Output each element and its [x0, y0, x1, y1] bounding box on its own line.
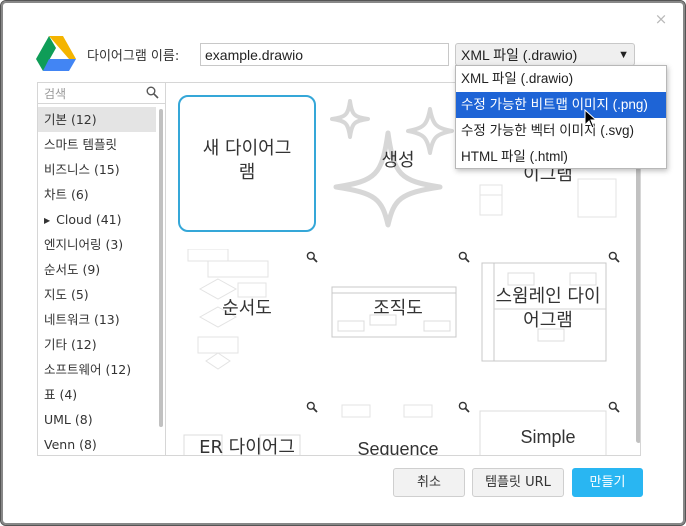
create-button[interactable]: 만들기: [572, 468, 643, 497]
template-simple[interactable]: Simple: [478, 399, 620, 455]
category-item-charts[interactable]: 차트 (6): [38, 182, 156, 207]
mouse-pointer-icon: [584, 109, 598, 129]
category-item-venn[interactable]: Venn (8): [38, 432, 156, 455]
template-new-diagram-label: 새 다이어그램: [202, 138, 292, 183]
format-option-png[interactable]: 수정 가능한 비트맵 이미지 (.png): [456, 92, 666, 118]
template-generate[interactable]: 생성: [328, 95, 468, 232]
file-format-select[interactable]: XML 파일 (.drawio) ▼: [455, 43, 635, 66]
format-option-svg[interactable]: 수정 가능한 벡터 이미지 (.svg): [456, 118, 666, 144]
sidebar-scrollbar-thumb[interactable]: [159, 109, 163, 427]
format-option-xml[interactable]: XML 파일 (.drawio): [456, 66, 666, 92]
category-sidebar: 기본 (12) 스마트 템플릿 비즈니스 (15) 차트 (6) ▶ Cloud …: [37, 82, 166, 456]
category-item-tables[interactable]: 표 (4): [38, 382, 156, 407]
diagram-name-input[interactable]: [200, 43, 449, 66]
template-swimlane-label: 스윔레인 다이어그램: [495, 286, 601, 331]
category-item-flowchart[interactable]: 순서도 (9): [38, 257, 156, 282]
template-new-diagram[interactable]: 새 다이어그램: [178, 95, 316, 232]
file-format-dropdown: XML 파일 (.drawio) 수정 가능한 비트맵 이미지 (.png) 수…: [455, 65, 667, 169]
category-item-cloud-label: Cloud (41): [56, 212, 122, 227]
google-drive-icon: [36, 36, 76, 71]
search-box: [38, 83, 165, 104]
template-generate-label: 생성: [381, 150, 415, 171]
category-item-network[interactable]: 네트워크 (13): [38, 307, 156, 332]
category-item-smart-templates[interactable]: 스마트 템플릿: [38, 132, 156, 157]
category-item-basic[interactable]: 기본 (12): [38, 107, 156, 132]
template-er-label: ER 다이어그: [199, 437, 295, 456]
format-option-html[interactable]: HTML 파일 (.html): [456, 144, 666, 170]
category-item-other[interactable]: 기타 (12): [38, 332, 156, 357]
close-icon[interactable]: ×: [653, 11, 669, 27]
template-swimlane[interactable]: 스윔레인 다이어그램: [478, 249, 620, 373]
category-item-uml[interactable]: UML (8): [38, 407, 156, 432]
category-item-cloud[interactable]: ▶ Cloud (41): [38, 207, 156, 232]
template-sequence[interactable]: Sequence: [328, 399, 470, 456]
template-url-button[interactable]: 템플릿 URL: [472, 468, 564, 497]
cancel-button[interactable]: 취소: [393, 468, 465, 497]
category-list: 기본 (12) 스마트 템플릿 비즈니스 (15) 차트 (6) ▶ Cloud …: [38, 107, 156, 455]
chevron-down-icon: ▼: [618, 48, 629, 61]
search-icon[interactable]: [146, 86, 159, 99]
sidebar-scrollbar[interactable]: [158, 105, 164, 455]
category-item-maps[interactable]: 지도 (5): [38, 282, 156, 307]
diagram-name-label: 다이어그램 이름:: [87, 49, 180, 64]
new-diagram-dialog: × 다이어그램 이름: XML 파일 (.drawio) ▼ XML 파일 (.…: [0, 0, 686, 526]
category-item-software[interactable]: 소프트웨어 (12): [38, 357, 156, 382]
file-format-selected: XML 파일 (.drawio): [461, 46, 578, 63]
template-er-diagram[interactable]: ER 다이어그: [178, 399, 318, 456]
template-simple-label: Simple: [520, 427, 576, 447]
expand-triangle-icon[interactable]: ▶: [44, 216, 50, 225]
template-flowchart-label: 순서도: [222, 298, 272, 319]
category-item-engineering[interactable]: 엔지니어링 (3): [38, 232, 156, 257]
category-item-business[interactable]: 비즈니스 (15): [38, 157, 156, 182]
template-flowchart[interactable]: 순서도: [178, 249, 318, 373]
template-orgchart[interactable]: 조직도: [328, 249, 470, 373]
template-sequence-label: Sequence: [357, 439, 439, 456]
template-orgchart-label: 조직도: [373, 298, 423, 319]
